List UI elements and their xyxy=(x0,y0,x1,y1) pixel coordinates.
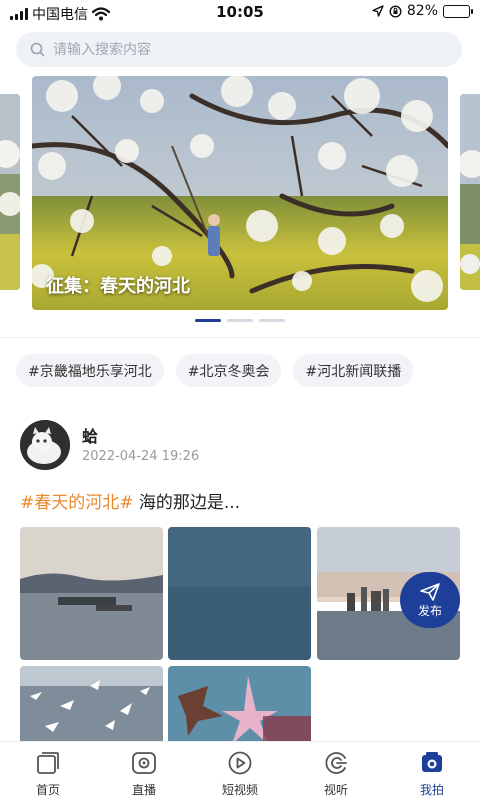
publish-button[interactable]: 发布 xyxy=(400,572,460,628)
search-icon xyxy=(30,42,45,57)
tab-label: 首页 xyxy=(35,783,60,797)
send-icon xyxy=(420,582,440,601)
post-image[interactable] xyxy=(168,666,311,746)
tab-label: 直播 xyxy=(131,783,156,797)
carousel-dot[interactable] xyxy=(259,319,285,322)
carousel-dot[interactable] xyxy=(195,319,221,322)
camera-icon xyxy=(418,749,446,777)
home-icon xyxy=(34,749,62,777)
audio-visual-icon xyxy=(322,749,350,777)
banner-prev-card[interactable] xyxy=(0,94,20,290)
carousel-dot[interactable] xyxy=(227,319,253,322)
post-hashtag[interactable]: #春天的河北# xyxy=(20,493,134,513)
banner-next-card[interactable] xyxy=(460,94,480,290)
topic-tag[interactable]: #北京冬奥会 xyxy=(175,354,282,387)
post-timestamp: 2022-04-24 19:26 xyxy=(82,449,200,464)
live-icon xyxy=(130,749,158,777)
tab-my-shoot[interactable]: 我拍 xyxy=(384,742,480,800)
topic-tag[interactable]: #京畿福地乐享河北 xyxy=(16,354,164,387)
post-image[interactable] xyxy=(20,666,163,746)
orientation-lock-icon xyxy=(389,4,402,18)
battery-icon xyxy=(443,4,473,18)
post-image[interactable] xyxy=(20,527,163,660)
short-video-icon xyxy=(226,749,254,777)
banner-carousel[interactable]: 征集：春天的河北 xyxy=(0,76,480,312)
search-bar[interactable] xyxy=(16,32,462,67)
post-image[interactable] xyxy=(168,527,311,660)
avatar[interactable] xyxy=(20,420,70,470)
tab-label: 我拍 xyxy=(419,783,444,797)
location-arrow-icon xyxy=(372,5,384,17)
post-content: 海的那边是... xyxy=(138,493,241,513)
tab-audio-visual[interactable]: 视听 xyxy=(288,742,384,800)
status-right: 82% xyxy=(372,3,473,19)
post-text: #春天的河北# 海的那边是... xyxy=(20,488,240,513)
bottom-tab-bar: 首页 直播 短视频 视听 我拍 xyxy=(0,741,480,800)
status-bar: 中国电信 10:05 82% xyxy=(0,0,480,26)
topic-tag[interactable]: #河北新闻联播 xyxy=(293,354,414,387)
divider xyxy=(0,337,480,338)
tab-live[interactable]: 直播 xyxy=(96,742,192,800)
banner-slide[interactable]: 征集：春天的河北 xyxy=(32,76,448,310)
publish-label: 发布 xyxy=(417,603,442,618)
tab-home[interactable]: 首页 xyxy=(0,742,96,800)
search-input[interactable] xyxy=(53,41,433,58)
banner-caption: 征集：春天的河北 xyxy=(46,276,190,297)
tab-label: 短视频 xyxy=(221,783,258,797)
carousel-indicator xyxy=(0,319,480,322)
tab-short-video[interactable]: 短视频 xyxy=(192,742,288,800)
battery-percent: 82% xyxy=(406,3,438,19)
topic-tags: #京畿福地乐享河北 #北京冬奥会 #河北新闻联播 xyxy=(16,354,414,387)
post-username[interactable]: 蛤 xyxy=(82,423,98,447)
tab-label: 视听 xyxy=(323,783,348,797)
